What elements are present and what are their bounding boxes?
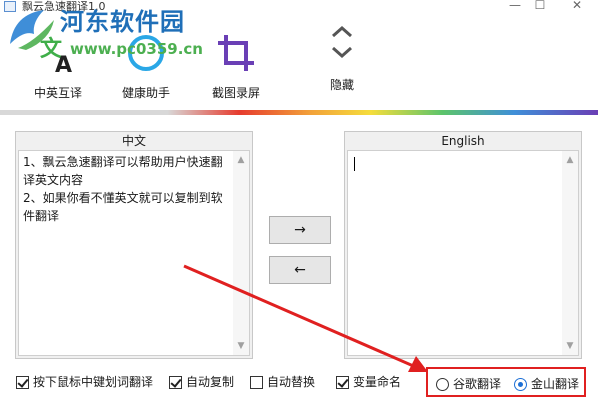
option-label: 自动替换 <box>267 375 316 389</box>
window-title: 飘云急速翻译1.0 <box>22 0 106 13</box>
source-line: 件翻译 <box>23 209 60 223</box>
scroll-down-icon[interactable]: ▼ <box>233 339 249 353</box>
crop-icon <box>218 35 254 71</box>
toolbar-label-hide: 隐藏 <box>329 78 354 92</box>
toolbar-item-screenshot[interactable]: 截图录屏 <box>200 14 272 112</box>
toolbar-label-translate: 中英互译 <box>33 86 82 100</box>
scroll-down-icon[interactable]: ▼ <box>562 339 578 353</box>
target-textbox[interactable]: ▲ ▼ <box>347 150 579 356</box>
radio-button[interactable] <box>514 378 527 391</box>
option-auto-copy[interactable]: 自动复制 <box>169 374 234 390</box>
source-scrollbar[interactable]: ▲ ▼ <box>233 151 249 355</box>
rainbow-divider <box>0 110 598 115</box>
toolbar-item-health[interactable]: 健康助手 <box>110 14 182 112</box>
radio-button[interactable] <box>436 378 449 391</box>
source-panel: 中文 1、飘云急速翻译可以帮助用户快速翻 译英文内容 2、如果你看不懂英文就可以… <box>15 131 253 359</box>
title-bar: 飘云急速翻译1.0 — ☐ ✕ <box>0 0 598 14</box>
option-middle-click-translate[interactable]: 按下鼠标中键划词翻译 <box>16 374 153 390</box>
source-line: 译英文内容 <box>23 173 84 187</box>
close-button[interactable]: ✕ <box>562 0 592 12</box>
radio-label: 金山翻译 <box>531 377 580 391</box>
target-panel: English ▲ ▼ <box>344 131 582 359</box>
checkbox-auto-replace[interactable] <box>250 376 263 389</box>
maximize-button[interactable]: ☐ <box>525 0 555 12</box>
target-panel-header: English <box>441 134 485 148</box>
target-scrollbar[interactable]: ▲ ▼ <box>562 151 578 355</box>
translate-to-chinese-button[interactable]: ← <box>269 256 331 284</box>
engine-radio-group: 谷歌翻译 金山翻译 <box>426 367 586 397</box>
text-caret <box>354 157 355 171</box>
radio-google-translate[interactable]: 谷歌翻译 <box>436 376 501 392</box>
option-label: 自动复制 <box>186 375 235 389</box>
toolbar-label-health: 健康助手 <box>121 86 170 100</box>
health-ring-icon <box>128 35 164 71</box>
option-auto-replace[interactable]: 自动替换 <box>250 374 315 390</box>
source-line: 1、飘云急速翻译可以帮助用户快速翻 <box>23 155 223 169</box>
radio-label: 谷歌翻译 <box>453 377 502 391</box>
translate-icon: 文 A <box>40 36 72 74</box>
source-line: 2、如果你看不懂英文就可以复制到软 <box>23 191 223 205</box>
option-label: 按下鼠标中键划词翻译 <box>33 375 154 389</box>
toolbar-item-translate[interactable]: 文 A 中英互译 <box>22 14 94 112</box>
source-textbox[interactable]: 1、飘云急速翻译可以帮助用户快速翻 译英文内容 2、如果你看不懂英文就可以复制到… <box>18 150 250 356</box>
app-icon <box>4 1 16 12</box>
toolbar: 文 A 中英互译 健康助手 截图录屏 隐藏 <box>0 14 598 112</box>
scroll-up-icon[interactable]: ▲ <box>562 153 578 167</box>
toolbar-item-hide[interactable]: 隐藏 <box>312 14 372 112</box>
scroll-up-icon[interactable]: ▲ <box>233 153 249 167</box>
source-panel-header: 中文 <box>121 134 146 148</box>
translate-to-english-button[interactable]: → <box>269 216 331 244</box>
checkbox-middle-click[interactable] <box>16 376 29 389</box>
toolbar-label-screenshot: 截图录屏 <box>211 86 260 100</box>
checkbox-auto-copy[interactable] <box>169 376 182 389</box>
svg-text:A: A <box>55 53 72 74</box>
collapse-chevrons-icon <box>332 25 352 59</box>
option-label: 变量命名 <box>353 375 402 389</box>
checkbox-variable-naming[interactable] <box>336 376 349 389</box>
option-variable-naming[interactable]: 变量命名 <box>336 374 401 390</box>
radio-kingsoft-translate[interactable]: 金山翻译 <box>514 376 579 392</box>
source-text: 1、飘云急速翻译可以帮助用户快速翻 译英文内容 2、如果你看不懂英文就可以复制到… <box>23 153 231 225</box>
